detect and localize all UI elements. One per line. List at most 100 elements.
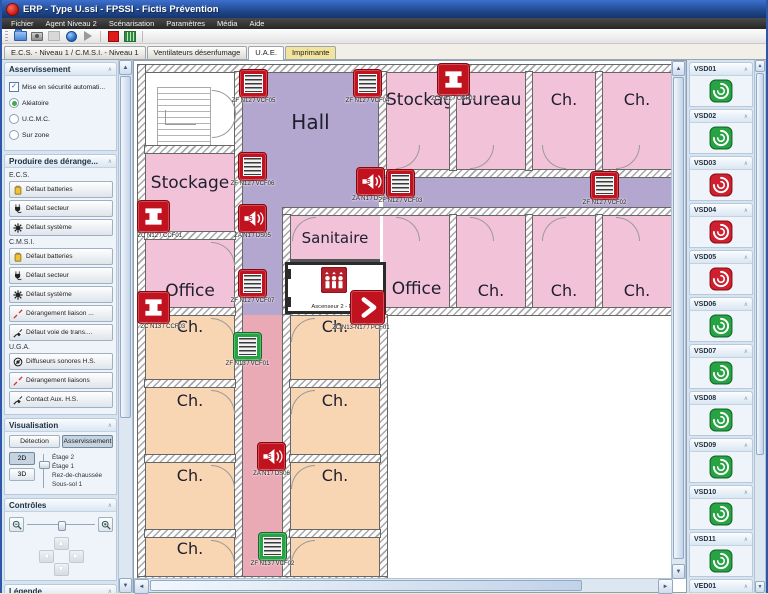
floor-etage-2[interactable]: Étage 2 [52, 453, 102, 462]
fire-door-icon[interactable]: ZC N12 / CCF02 [437, 63, 470, 96]
tab-uae[interactable]: U.A.E. [248, 46, 284, 60]
pan-right-button[interactable]: ► [69, 550, 84, 563]
fan-status-icon[interactable] [709, 267, 733, 291]
damper-icon[interactable]: ZF N12 / VCF06 [238, 152, 267, 181]
mode-asservissement-button[interactable]: Asservissement [62, 435, 113, 448]
stop-button[interactable] [106, 30, 120, 42]
collapse-icon[interactable] [744, 395, 748, 402]
scroll-thumb[interactable] [673, 77, 684, 559]
tab-imprimante[interactable]: Imprimante [285, 46, 337, 59]
collapse-icon[interactable] [744, 254, 748, 261]
btn-uga-derangement-liaisons[interactable]: Dérangement liaisons [9, 372, 113, 389]
fan-status-icon[interactable] [709, 502, 733, 526]
zoom-slider-thumb[interactable] [58, 521, 66, 531]
vsd-panel-header[interactable]: VSD07 [690, 345, 752, 358]
damper-icon[interactable]: ZF N12 / VCF04 [353, 69, 382, 98]
zoom-in-button[interactable] [98, 517, 113, 532]
vsd-panel-header[interactable]: VSD05 [690, 251, 752, 264]
collapse-icon[interactable] [744, 301, 748, 308]
scroll-up-arrow[interactable]: ▲ [119, 60, 132, 75]
radio-icon[interactable] [9, 114, 19, 124]
damper-icon[interactable]: ZF N12 / VCF02 [590, 171, 619, 200]
vsd-panel-header[interactable]: VSD06 [690, 298, 752, 311]
view-3d-button[interactable]: 3D [9, 468, 35, 481]
panel-produire-header[interactable]: Produire des dérange... [5, 155, 116, 168]
sounder-icon[interactable]: ZA N1 / DS04 [356, 167, 385, 196]
fan-status-icon[interactable] [709, 455, 733, 479]
btn-uga-contact-aux[interactable]: Contact Aux. H.S. [9, 391, 113, 408]
radio-icon[interactable] [9, 130, 19, 140]
fan-status-icon[interactable] [709, 361, 733, 385]
mode-detection-button[interactable]: Détection [9, 435, 60, 448]
fire-door-icon[interactable]: ZC N13 / CCF03 [137, 291, 170, 324]
scroll-down-arrow[interactable]: ▼ [119, 578, 132, 593]
radio-aleatoire[interactable]: Aléatoire [9, 98, 113, 108]
play-button[interactable] [81, 30, 95, 42]
fan-status-icon[interactable] [709, 220, 733, 244]
scroll-left-arrow[interactable]: ◄ [134, 579, 149, 594]
right-sidebar-scrollbar[interactable]: ▲ ▼ [754, 60, 766, 593]
vsd-panel-header[interactable]: VSD04 [690, 204, 752, 217]
checkbox-icon[interactable] [9, 82, 19, 92]
btn-cmsi-defaut-secteur[interactable]: Défaut secteur [9, 267, 113, 284]
damper-icon[interactable]: ZF N13 / VCF01 [233, 332, 262, 361]
floor-sous-sol[interactable]: Sous-sol 1 [52, 480, 102, 489]
panel-legende-header[interactable]: Légende [5, 585, 116, 593]
panel-visualisation-header[interactable]: Visualisation [5, 419, 116, 432]
scroll-thumb[interactable] [756, 73, 764, 455]
floor-plan[interactable]: Hall Stockage Office Stockage Bureau Ch.… [138, 62, 680, 584]
collapse-icon[interactable] [744, 160, 748, 167]
snapshot-button[interactable] [30, 30, 44, 42]
menu-aide[interactable]: Aide [244, 19, 269, 28]
floor-slider[interactable] [39, 452, 48, 490]
collapse-icon[interactable] [744, 536, 748, 543]
zoom-slider[interactable] [27, 520, 95, 529]
left-sidebar-scrollbar[interactable]: ▲ ▼ [118, 60, 133, 593]
radio-icon[interactable] [9, 98, 19, 108]
scroll-down-arrow[interactable]: ▼ [672, 564, 685, 579]
record-button[interactable] [64, 30, 78, 42]
panel-controles-header[interactable]: Contrôles [5, 499, 116, 512]
view-2d-button[interactable]: 2D [9, 452, 35, 465]
tab-ventilateurs[interactable]: Ventilateurs désenfumage [147, 46, 248, 59]
damper-icon[interactable]: ZF N13 / VCF02 [258, 532, 287, 561]
collapse-icon[interactable] [108, 502, 112, 509]
floor-etage-1[interactable]: Étage 1 [52, 462, 102, 471]
toolbar-grip[interactable] [5, 31, 8, 41]
scroll-up-arrow[interactable]: ▲ [672, 61, 685, 76]
display-button[interactable] [47, 30, 61, 42]
scroll-thumb[interactable] [120, 76, 131, 418]
fan-status-icon[interactable] [709, 549, 733, 573]
pcf-door-icon[interactable]: ZC N13-N17 / PCF01 [350, 290, 385, 325]
ved-panel-header[interactable]: VED01 [690, 580, 752, 593]
scroll-down-arrow[interactable]: ▼ [755, 581, 765, 593]
collapse-icon[interactable] [744, 348, 748, 355]
checkbox-mise-en-securite[interactable]: Mise en sécurité automati... [9, 82, 113, 92]
scroll-right-arrow[interactable]: ► [658, 579, 673, 594]
vsd-panel-header[interactable]: VSD08 [690, 392, 752, 405]
btn-ecs-defaut-systeme[interactable]: Défaut système [9, 219, 113, 236]
collapse-icon[interactable] [744, 66, 748, 73]
fan-status-icon[interactable] [709, 408, 733, 432]
collapse-icon[interactable] [108, 158, 112, 165]
pan-down-button[interactable]: ▼ [54, 563, 69, 576]
title-bar[interactable]: ERP - Type U.ssi - FPSSI - Fictis Préven… [2, 0, 766, 18]
scroll-up-arrow[interactable]: ▲ [755, 60, 765, 72]
fan-status-icon[interactable] [709, 79, 733, 103]
fire-door-icon[interactable]: ZC N12 / CCF01 [137, 200, 170, 233]
collapse-icon[interactable] [744, 207, 748, 214]
damper-icon[interactable]: ZF N12 / VCF05 [239, 69, 268, 98]
collapse-icon[interactable] [108, 66, 112, 73]
plan-horizontal-scrollbar[interactable]: ◄ ► [134, 578, 673, 592]
fan-status-icon[interactable] [709, 173, 733, 197]
collapse-icon[interactable] [108, 588, 112, 594]
menu-parametres[interactable]: Paramètres [161, 19, 210, 28]
vsd-panel-header[interactable]: VSD09 [690, 439, 752, 452]
btn-ecs-defaut-batteries[interactable]: Défaut batteries [9, 181, 113, 198]
btn-uga-diffuseurs[interactable]: Diffuseurs sonores H.S. [9, 353, 113, 370]
plan-vertical-scrollbar[interactable]: ▲ ▼ [671, 61, 686, 579]
vsd-panel-header[interactable]: VSD03 [690, 157, 752, 170]
collapse-icon[interactable] [108, 422, 112, 429]
floor-rdc[interactable]: Rez-de-chaussée [52, 471, 102, 480]
radio-ucmc[interactable]: U.C.M.C. [9, 114, 113, 124]
